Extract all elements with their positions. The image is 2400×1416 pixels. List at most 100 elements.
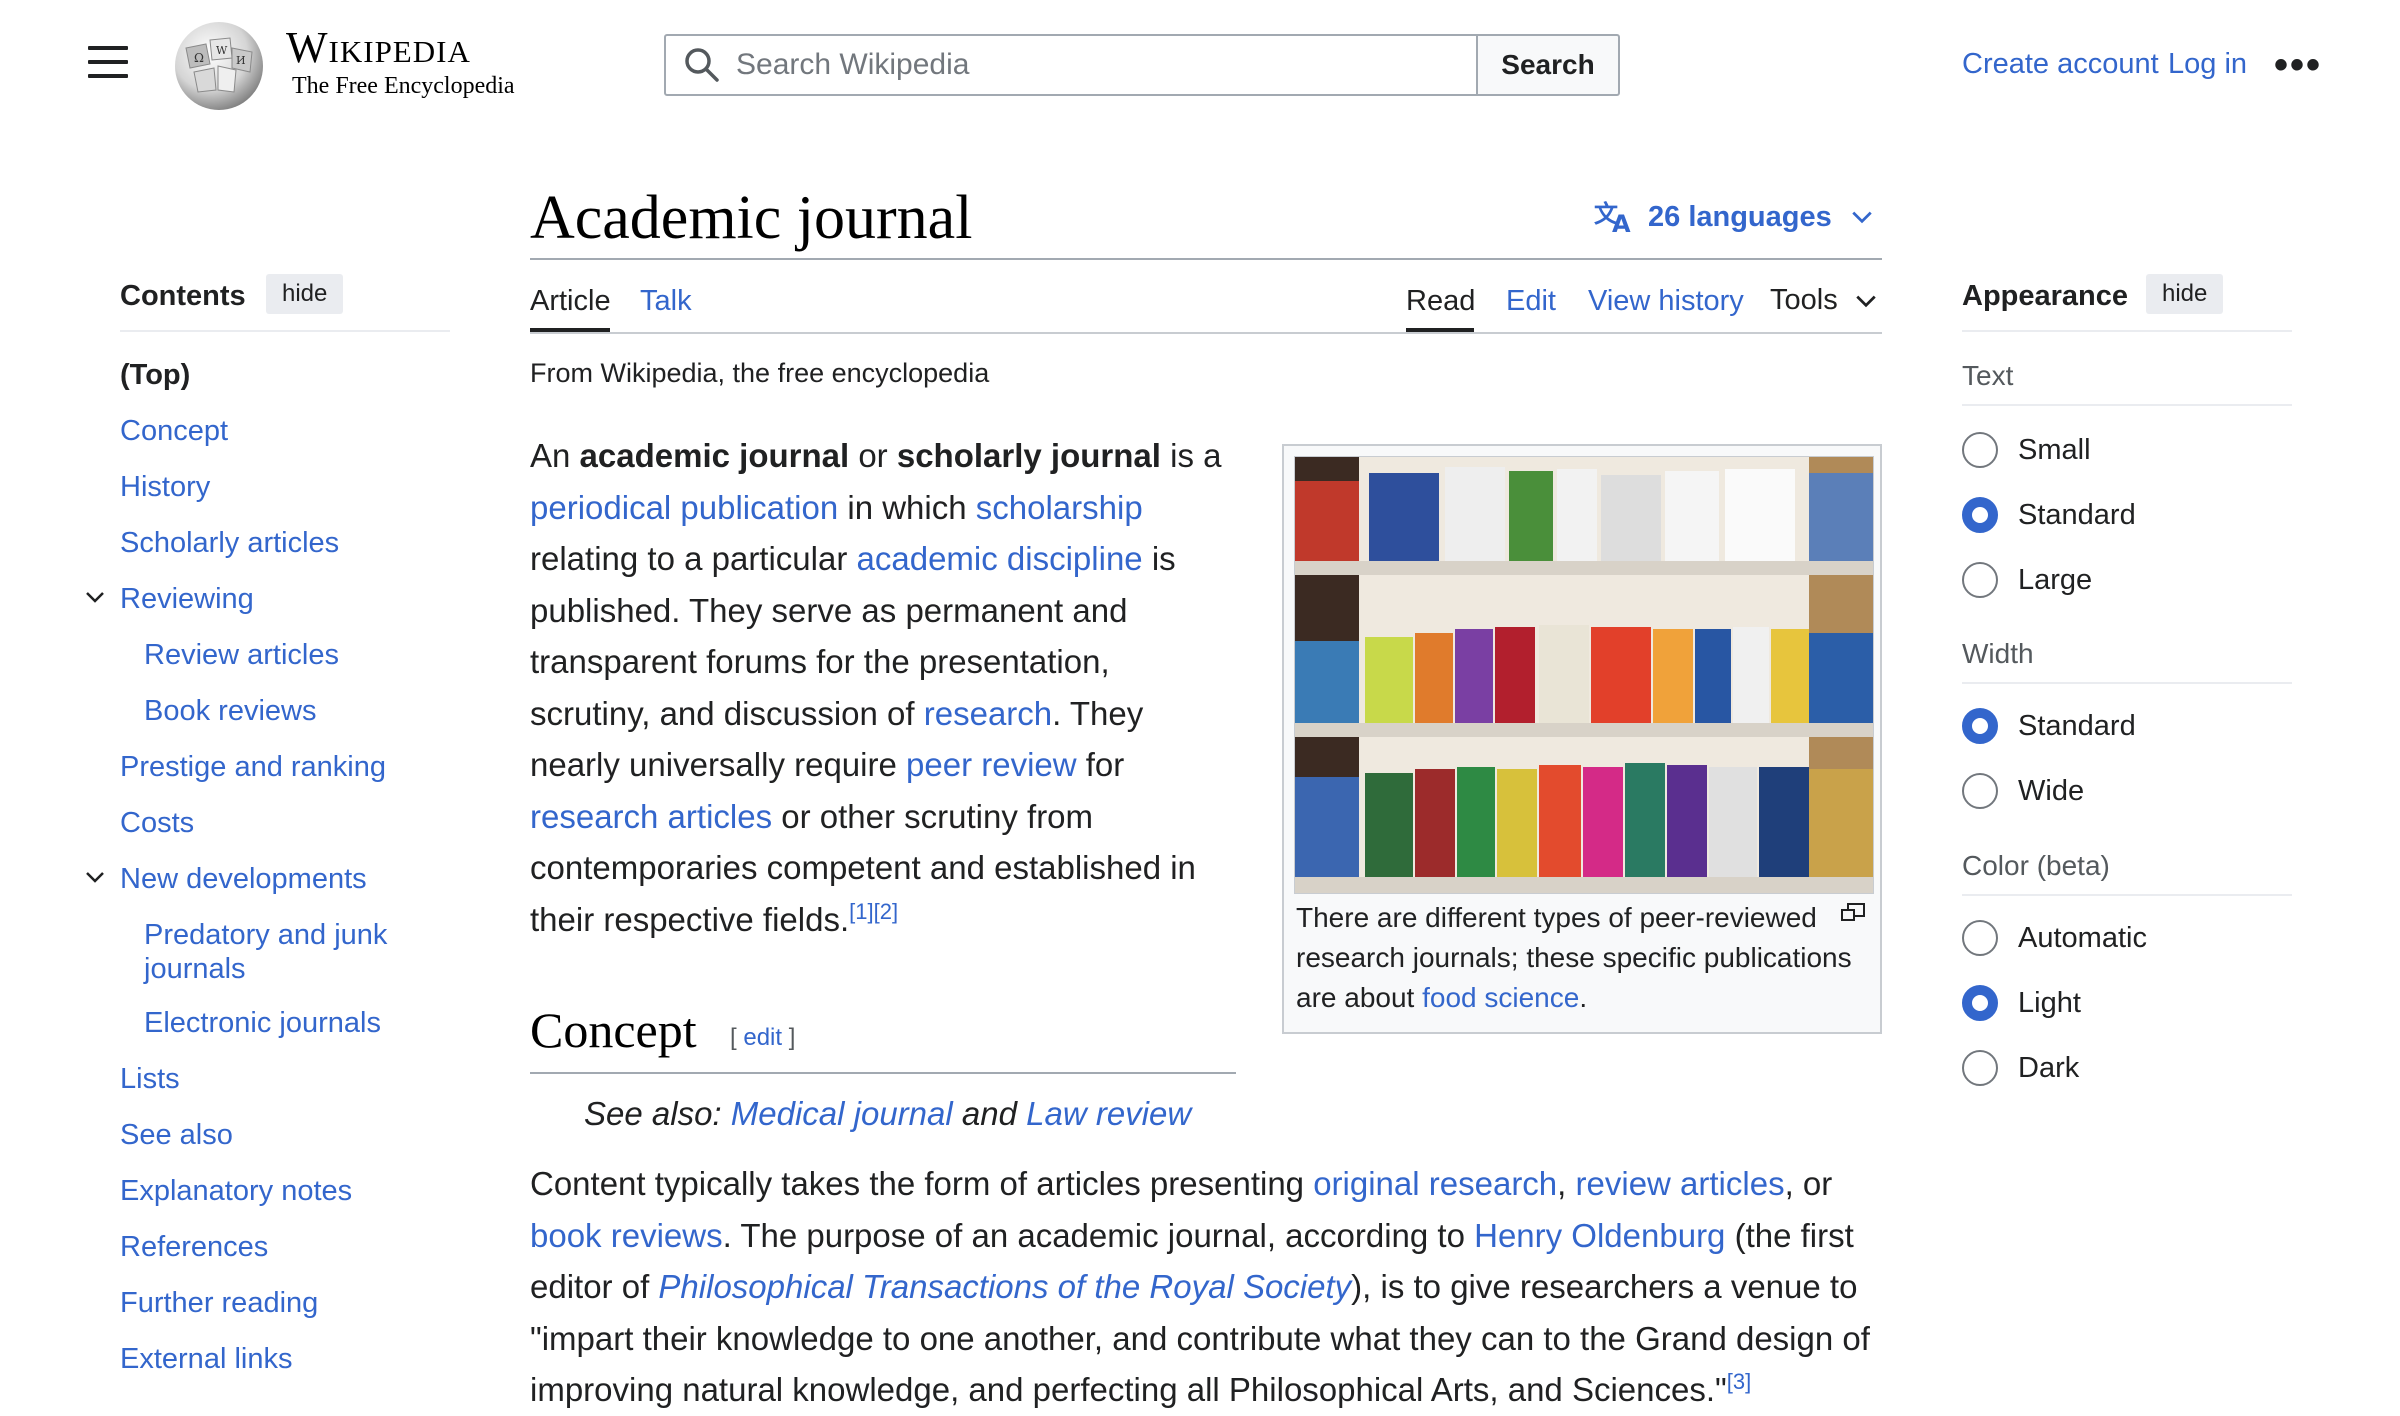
para-text: . The purpose of an academic journal, ac… [722, 1216, 1475, 1254]
section-divider [1962, 682, 2292, 684]
citation-1[interactable]: [1] [849, 899, 873, 924]
journals-shelf-photo[interactable] [1294, 456, 1874, 894]
radio-text-standard[interactable]: Standard [1962, 497, 2136, 533]
create-account-link[interactable]: Create account [1962, 48, 2159, 81]
radio-button[interactable] [1962, 562, 1998, 598]
citation-2[interactable]: [2] [874, 899, 898, 924]
link-academic-discipline[interactable]: academic discipline [857, 540, 1143, 577]
toc-item-see-also[interactable]: See also [120, 1118, 233, 1152]
link-periodical-publication[interactable]: periodical publication [530, 489, 838, 526]
toc-item-history[interactable]: History [120, 470, 210, 504]
radio-button-selected[interactable] [1962, 985, 1998, 1021]
section-heading-concept: Concept [530, 1002, 697, 1058]
toc-item-lists[interactable]: Lists [120, 1062, 180, 1096]
toc-item-scholarly-articles[interactable]: Scholarly articles [120, 526, 339, 560]
translate-icon: 文 A [1594, 200, 1631, 234]
search-icon [685, 48, 719, 82]
link-peer-review[interactable]: peer review [906, 746, 1077, 783]
wikipedia-globe-logo[interactable]: Ω W И [166, 18, 272, 112]
link-book-reviews[interactable]: book reviews [530, 1217, 723, 1254]
tab-read[interactable]: Read [1406, 284, 1475, 318]
log-in-link[interactable]: Log in [2168, 48, 2247, 81]
search-box[interactable] [664, 34, 1478, 96]
tab-view-history[interactable]: View history [1588, 284, 1744, 318]
radio-text-small[interactable]: Small [1962, 432, 2091, 468]
citation-3[interactable]: [3] [1727, 1369, 1751, 1394]
section-divider [530, 1072, 1236, 1074]
toc-item-prestige-and-ranking[interactable]: Prestige and ranking [120, 750, 386, 784]
chevron-down-icon [1852, 211, 1872, 224]
appearance-hide-button[interactable]: hide [2146, 274, 2224, 314]
toc-item-book-reviews[interactable]: Book reviews [144, 694, 316, 728]
link-research-articles[interactable]: research articles [530, 798, 772, 835]
link-medical-journal[interactable]: Medical journal [731, 1095, 953, 1132]
toc-item-references[interactable]: References [120, 1230, 268, 1264]
term-scholarly-journal: scholarly journal [896, 437, 1161, 474]
term-academic-journal: academic journal [579, 437, 850, 474]
search-input[interactable] [734, 47, 1438, 83]
radio-button[interactable] [1962, 1050, 1998, 1086]
logo-wordmark[interactable]: Wikipedia [286, 24, 471, 72]
radio-button-selected[interactable] [1962, 708, 1998, 744]
link-philosophical-transactions[interactable]: Philosophical Transactions of the Royal … [658, 1268, 1351, 1305]
radio-color-automatic[interactable]: Automatic [1962, 920, 2147, 956]
radio-label: Automatic [2018, 921, 2147, 954]
search-button[interactable]: Search [1476, 34, 1620, 96]
radio-button[interactable] [1962, 432, 1998, 468]
toc-item-external-links[interactable]: External links [120, 1342, 292, 1376]
toc-item-concept[interactable]: Concept [120, 414, 228, 448]
radio-button[interactable] [1962, 920, 1998, 956]
tab-article[interactable]: Article [530, 284, 611, 318]
appearance-divider [1962, 330, 2292, 332]
toc-item-explanatory-notes[interactable]: Explanatory notes [120, 1174, 352, 1208]
toc-collapse-new-developments-icon[interactable] [84, 866, 106, 888]
link-research[interactable]: research [924, 695, 1052, 732]
link-law-review[interactable]: Law review [1026, 1095, 1191, 1132]
svg-text:W: W [216, 44, 228, 57]
radio-color-dark[interactable]: Dark [1962, 1050, 2079, 1086]
radio-color-light[interactable]: Light [1962, 985, 2081, 1021]
radio-label: Wide [2018, 774, 2085, 807]
toc-title: Contents [120, 280, 246, 312]
link-henry-oldenburg[interactable]: Henry Oldenburg [1474, 1217, 1725, 1254]
logo-tagline: The Free Encyclopedia [292, 73, 515, 99]
link-original-research[interactable]: original research [1313, 1165, 1557, 1202]
language-selector[interactable]: 文 A 26 languages [1594, 200, 1874, 234]
tab-edit[interactable]: Edit [1506, 284, 1556, 318]
tools-menu[interactable]: Tools [1770, 284, 1878, 317]
more-options-icon[interactable]: ••• [2274, 45, 2322, 85]
toc-item-electronic-journals[interactable]: Electronic journals [144, 1006, 381, 1040]
figure-caption: There are different types of peer-review… [1296, 898, 1866, 1018]
edit-section-link[interactable]: [ edit ] [730, 1024, 795, 1052]
site-subtitle: From Wikipedia, the free encyclopedia [530, 358, 990, 388]
main-menu-button[interactable] [84, 46, 132, 86]
toc-item-top[interactable]: (Top) [120, 358, 190, 392]
svg-text:Ω: Ω [194, 51, 204, 65]
link-scholarship[interactable]: scholarship [976, 489, 1143, 526]
link-food-science[interactable]: food science [1422, 982, 1579, 1013]
toc-item-further-reading[interactable]: Further reading [120, 1286, 318, 1320]
page-title: Academic journal [530, 184, 973, 252]
width-label: Width [1962, 638, 2034, 669]
radio-label: Light [2018, 986, 2081, 1019]
radio-text-large[interactable]: Large [1962, 562, 2092, 598]
toc-item-predatory-journals[interactable]: Predatory and junk journals [144, 918, 424, 986]
toc-item-reviewing[interactable]: Reviewing [120, 582, 254, 616]
radio-width-standard[interactable]: Standard [1962, 708, 2136, 744]
radio-width-wide[interactable]: Wide [1962, 773, 2084, 809]
lead-text: is a [1160, 437, 1222, 474]
toc-item-new-developments[interactable]: New developments [120, 862, 367, 896]
tab-talk[interactable]: Talk [640, 284, 692, 318]
toc-collapse-reviewing-icon[interactable] [84, 586, 106, 608]
toc-item-review-articles[interactable]: Review articles [144, 638, 339, 672]
title-divider [530, 258, 1882, 260]
link-review-articles[interactable]: review articles [1576, 1165, 1785, 1202]
lead-text: in which [838, 488, 976, 526]
toc-item-costs[interactable]: Costs [120, 806, 194, 840]
para-text: Content typically takes the form of arti… [530, 1165, 1314, 1202]
lead-text: relating to a particular [530, 540, 857, 577]
section-divider [1962, 894, 2292, 896]
radio-button-selected[interactable] [1962, 497, 1998, 533]
radio-button[interactable] [1962, 773, 1998, 809]
toc-hide-button[interactable]: hide [266, 274, 344, 314]
